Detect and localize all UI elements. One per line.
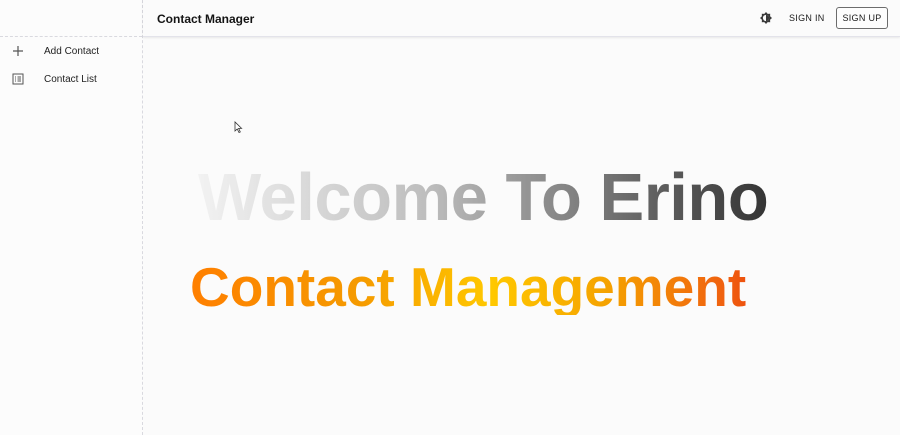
app-root: Add Contact Contact List Contact Manager… [0,0,900,435]
sidebar-item-contact-list[interactable]: Contact List [0,65,142,93]
mouse-pointer-icon [234,121,243,133]
brightness-icon[interactable] [759,11,773,25]
sidebar: Add Contact Contact List [0,0,143,435]
sidebar-item-label: Add Contact [44,45,100,57]
sidebar-item-add-contact[interactable]: Add Contact [0,37,142,65]
sign-up-button[interactable]: SIGN UP [836,7,888,29]
sign-in-button[interactable]: SIGN IN [784,8,830,28]
top-app-bar: Contact Manager SIGN IN SIGN UP [143,0,900,37]
subtitle-heading: Contact Management [190,260,860,315]
plus-icon [11,44,25,58]
main-content: Welcome To Erino Contact Management [143,38,900,435]
sidebar-header [0,0,142,37]
welcome-heading: Welcome To Erino [198,164,858,231]
list-icon [11,72,25,86]
sidebar-item-label: Contact List [44,73,97,85]
app-title: Contact Manager [157,12,255,26]
